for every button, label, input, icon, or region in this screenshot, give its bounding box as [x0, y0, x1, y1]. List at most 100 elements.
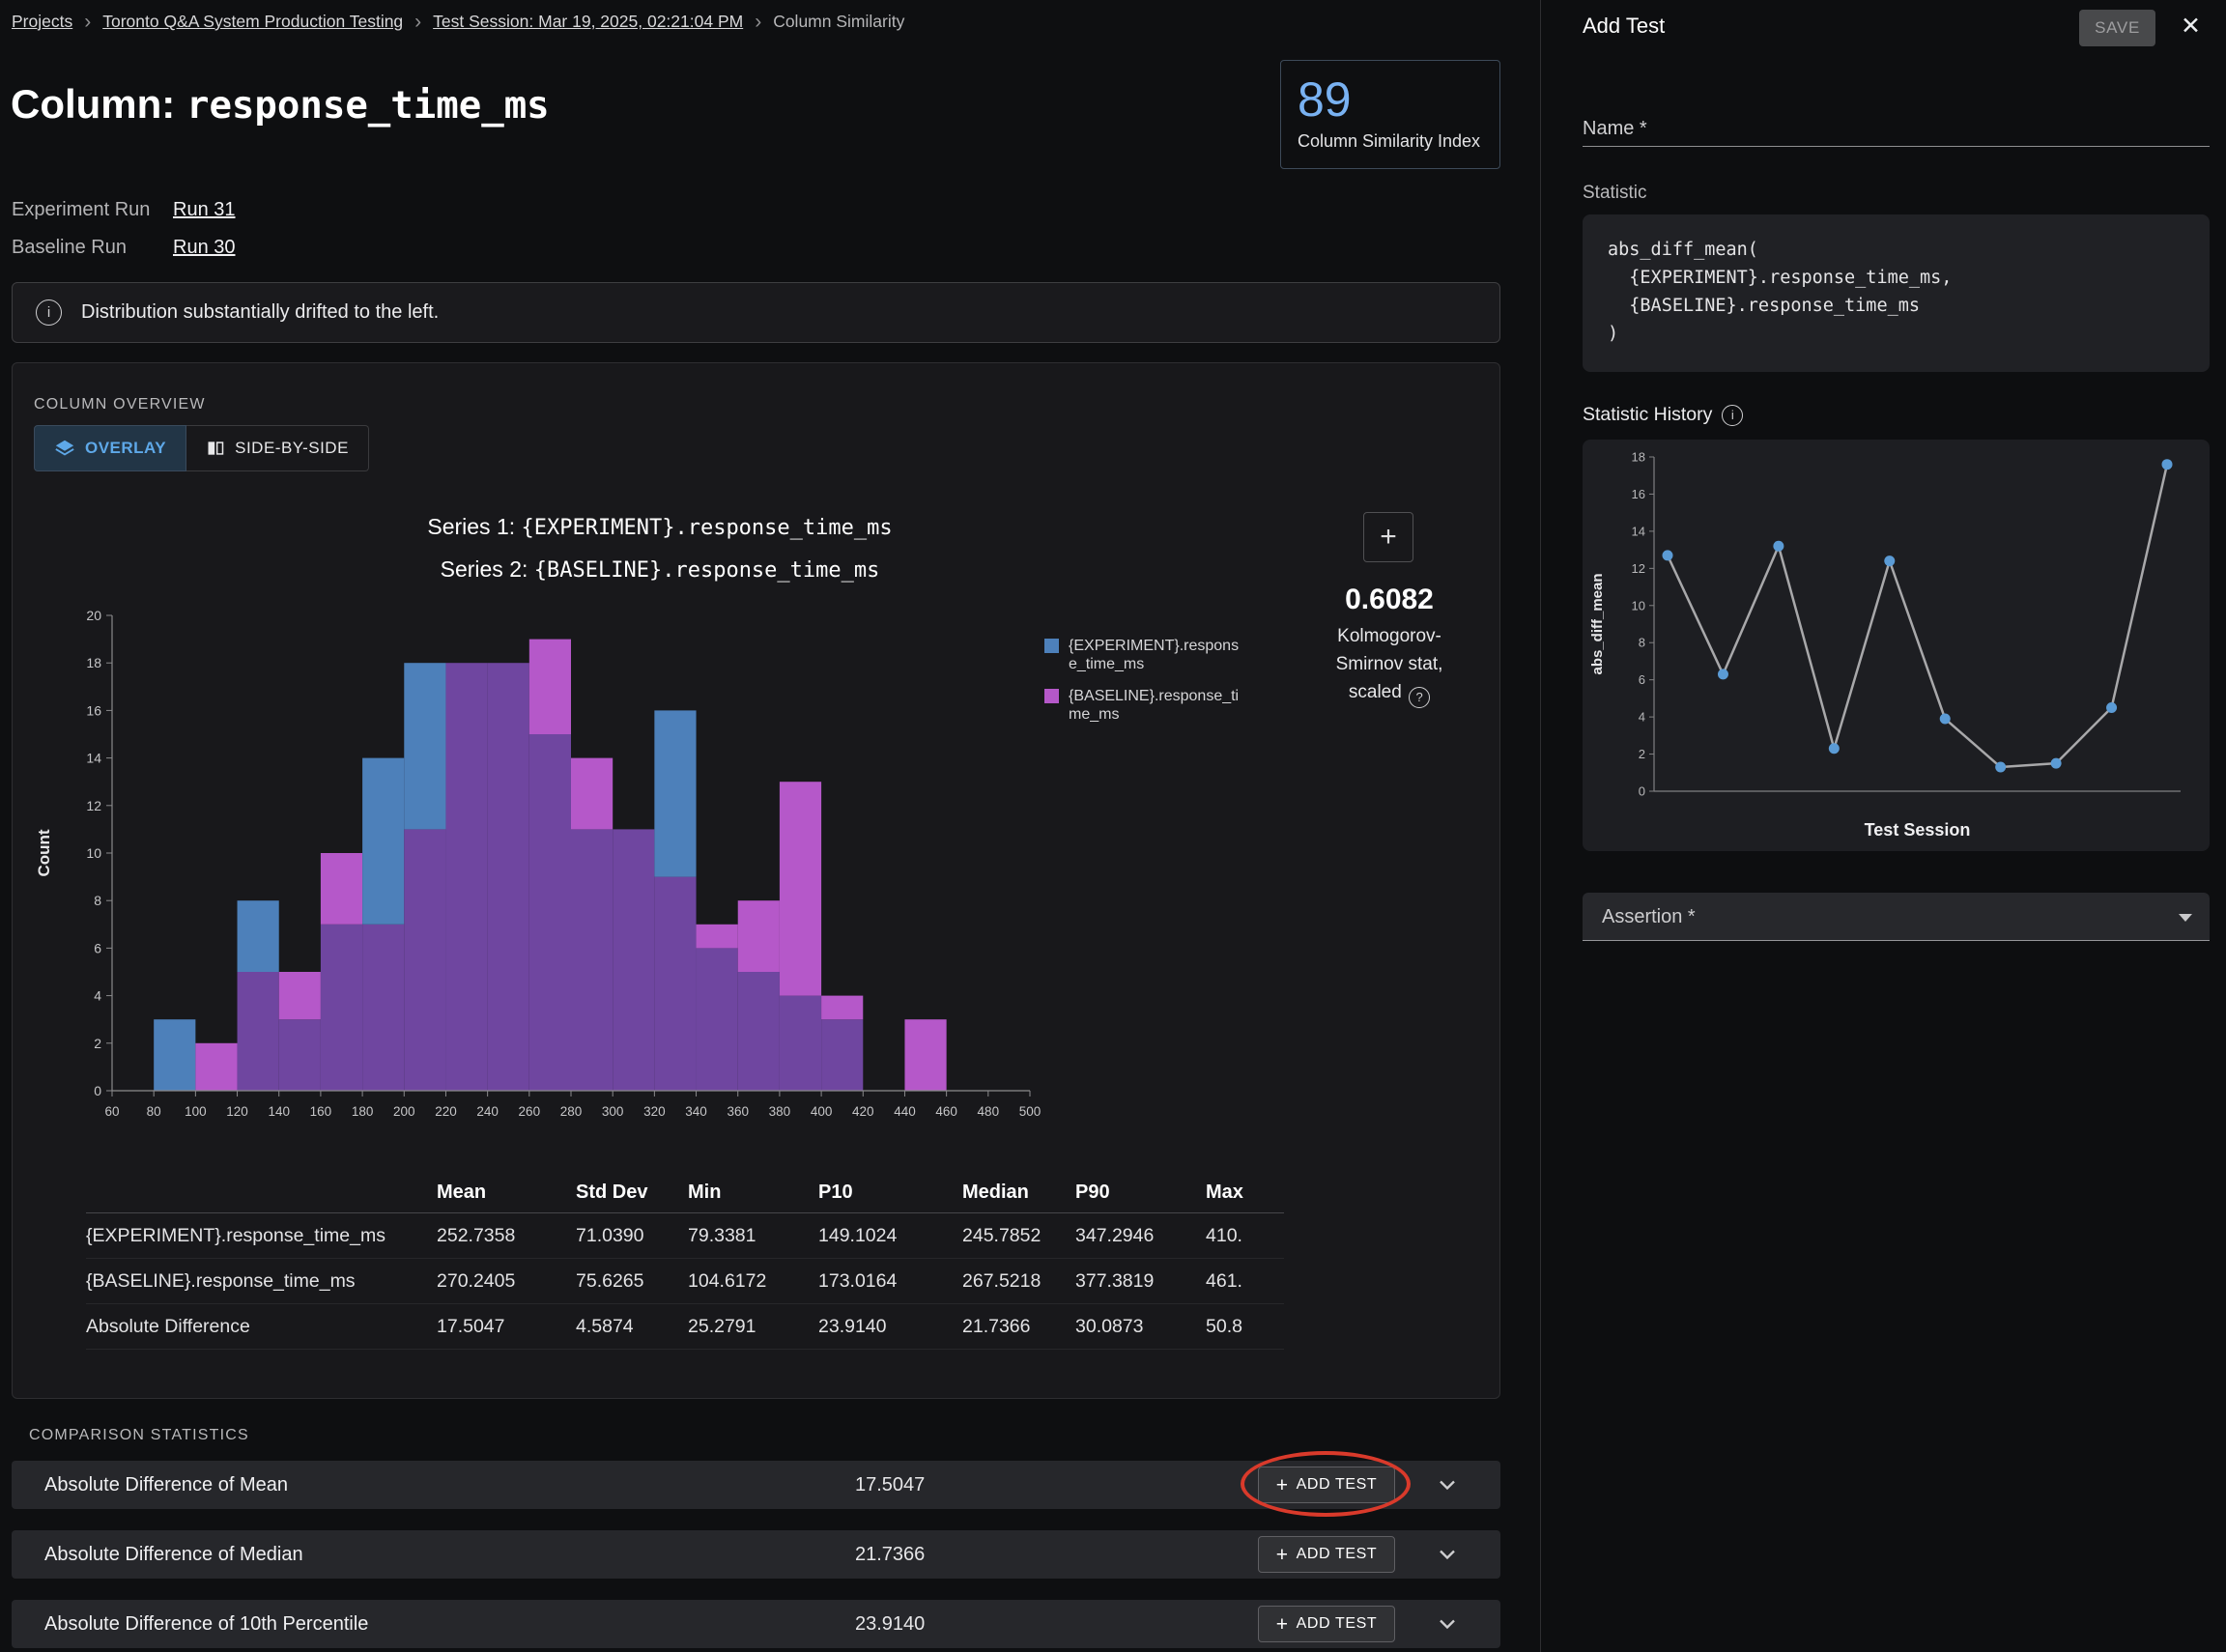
svg-text:14: 14 — [1632, 524, 1645, 538]
chart-titles: Series 1: {EXPERIMENT}.response_time_ms … — [13, 506, 1307, 591]
ks-stat-label: Kolmogorov-Smirnov stat, scaled ? — [1309, 622, 1470, 708]
assertion-select[interactable]: Assertion * — [1583, 893, 2210, 941]
breadcrumb-projects[interactable]: Projects — [12, 12, 72, 32]
info-icon: i — [36, 299, 62, 326]
stats-col-median: Median — [962, 1182, 1075, 1204]
help-icon[interactable]: ? — [1409, 687, 1430, 708]
series2-title: Series 2: {BASELINE}.response_time_ms — [13, 549, 1307, 591]
svg-text:120: 120 — [226, 1104, 248, 1119]
column-overview-label: COLUMN OVERVIEW — [34, 396, 206, 413]
similarity-index-label: Column Similarity Index — [1298, 131, 1483, 152]
comparison-row-label: Absolute Difference of Mean — [44, 1461, 288, 1509]
table-row: {BASELINE}.response_time_ms 270.2405 75.… — [86, 1259, 1284, 1304]
svg-text:180: 180 — [352, 1104, 374, 1119]
row-label: Absolute Difference — [86, 1316, 437, 1338]
stats-col-min: Min — [688, 1182, 818, 1204]
legend-item-baseline: {BASELINE}.response_time_ms — [1044, 687, 1241, 724]
row-label: {EXPERIMENT}.response_time_ms — [86, 1225, 437, 1247]
name-field[interactable] — [1583, 112, 2210, 147]
chevron-down-icon[interactable] — [1434, 1541, 1461, 1568]
drift-warning-banner: i Distribution substantially drifted to … — [12, 282, 1500, 343]
comparison-row-label: Absolute Difference of Median — [44, 1530, 303, 1579]
svg-text:16: 16 — [1632, 487, 1645, 501]
svg-text:14: 14 — [86, 751, 101, 766]
svg-text:500: 500 — [1019, 1104, 1042, 1119]
statistic-code-block: abs_diff_mean( {EXPERIMENT}.response_tim… — [1583, 214, 2210, 372]
page-title-column-name: response_time_ms — [186, 84, 550, 128]
svg-text:480: 480 — [978, 1104, 1000, 1119]
breadcrumb-project-name[interactable]: Toronto Q&A System Production Testing — [102, 12, 403, 32]
close-icon[interactable]: ✕ — [2181, 12, 2201, 40]
statistic-history-label: Statistic History i — [1583, 404, 1743, 426]
run-info: Experiment Run Run 31 Baseline Run Run 3… — [12, 197, 236, 272]
add-statistic-button[interactable]: + — [1363, 512, 1413, 562]
experiment-run-link[interactable]: Run 31 — [173, 199, 236, 221]
svg-text:340: 340 — [685, 1104, 707, 1119]
svg-text:8: 8 — [1639, 636, 1645, 650]
experiment-run-row: Experiment Run Run 31 — [12, 197, 236, 222]
legend-swatch-0 — [1044, 639, 1059, 653]
svg-text:4: 4 — [94, 988, 101, 1004]
chevron-down-icon[interactable] — [1434, 1471, 1461, 1498]
svg-text:460: 460 — [935, 1104, 957, 1119]
svg-text:8: 8 — [94, 893, 101, 908]
save-button[interactable]: SAVE — [2079, 10, 2155, 46]
plus-icon: + — [1276, 1614, 1289, 1635]
svg-text:240: 240 — [476, 1104, 499, 1119]
comparison-row-median: Absolute Difference of Median 21.7366 +A… — [12, 1530, 1500, 1579]
add-test-button[interactable]: +ADD TEST — [1258, 1606, 1395, 1642]
legend-label: {BASELINE}.response_time_ms — [1069, 687, 1241, 724]
histogram-chart: 0246810121416182060801001201401601802002… — [30, 604, 1044, 1135]
info-icon[interactable]: i — [1722, 405, 1743, 426]
svg-text:220: 220 — [435, 1104, 457, 1119]
svg-text:0: 0 — [1639, 784, 1645, 799]
view-mode-toggle: OVERLAY SIDE-BY-SIDE — [34, 425, 369, 471]
overlay-toggle-button[interactable]: OVERLAY — [34, 425, 186, 471]
svg-text:2: 2 — [1639, 747, 1645, 761]
breadcrumb-test-session[interactable]: Test Session: Mar 19, 2025, 02:21:04 PM — [433, 12, 743, 32]
svg-text:6: 6 — [94, 940, 101, 955]
stats-col-mean: Mean — [437, 1182, 576, 1204]
add-test-button[interactable]: +ADD TEST — [1258, 1467, 1395, 1503]
svg-text:16: 16 — [86, 702, 101, 718]
svg-text:380: 380 — [769, 1104, 791, 1119]
svg-text:360: 360 — [727, 1104, 749, 1119]
layers-icon — [54, 438, 75, 459]
statistic-history-chart: 024681012141618abs_diff_meanTest Session — [1583, 440, 2210, 851]
comparison-row-p10: Absolute Difference of 10th Percentile 2… — [12, 1600, 1500, 1648]
comparison-statistics-label: COMPARISON STATISTICS — [29, 1427, 249, 1444]
row-label: {BASELINE}.response_time_ms — [86, 1270, 437, 1293]
stats-col-p90: P90 — [1075, 1182, 1206, 1204]
add-test-button[interactable]: +ADD TEST — [1258, 1536, 1395, 1573]
legend-swatch-1 — [1044, 689, 1059, 703]
svg-text:12: 12 — [86, 798, 101, 813]
similarity-index-card: 89 Column Similarity Index — [1280, 60, 1500, 169]
add-test-panel: Add Test SAVE ✕ Statistic abs_diff_mean(… — [1540, 0, 2226, 1652]
ks-stat-value: 0.6082 — [1298, 584, 1481, 616]
baseline-run-link[interactable]: Run 30 — [173, 237, 236, 259]
svg-text:320: 320 — [643, 1104, 666, 1119]
comparison-row-mean: Absolute Difference of Mean 17.5047 +ADD… — [12, 1461, 1500, 1509]
legend-item-experiment: {EXPERIMENT}.response_time_ms — [1044, 637, 1241, 673]
svg-text:100: 100 — [185, 1104, 207, 1119]
breadcrumb-separator-icon: › — [755, 12, 761, 32]
svg-text:200: 200 — [393, 1104, 415, 1119]
svg-text:4: 4 — [1639, 710, 1645, 725]
plus-icon: + — [1276, 1475, 1289, 1495]
svg-text:280: 280 — [560, 1104, 583, 1119]
panel-title: Add Test — [1583, 14, 1665, 39]
comparison-row-label: Absolute Difference of 10th Percentile — [44, 1600, 368, 1648]
stats-col-p10: P10 — [818, 1182, 962, 1204]
svg-text:18: 18 — [86, 655, 101, 670]
svg-text:0: 0 — [94, 1083, 101, 1098]
page-title-prefix: Column: — [11, 81, 186, 127]
svg-text:140: 140 — [268, 1104, 290, 1119]
assertion-label: Assertion * — [1602, 893, 1696, 941]
breadcrumb-separator-icon: › — [414, 12, 421, 32]
svg-text:80: 80 — [147, 1104, 161, 1119]
chevron-down-icon[interactable] — [1434, 1610, 1461, 1638]
dropdown-arrow-icon — [2179, 914, 2192, 922]
side-by-side-toggle-button[interactable]: SIDE-BY-SIDE — [186, 425, 369, 471]
column-overview-panel: COLUMN OVERVIEW OVERLAY SIDE-BY-SIDE Ser… — [12, 362, 1500, 1399]
svg-text:Test Session: Test Session — [1865, 820, 1971, 840]
